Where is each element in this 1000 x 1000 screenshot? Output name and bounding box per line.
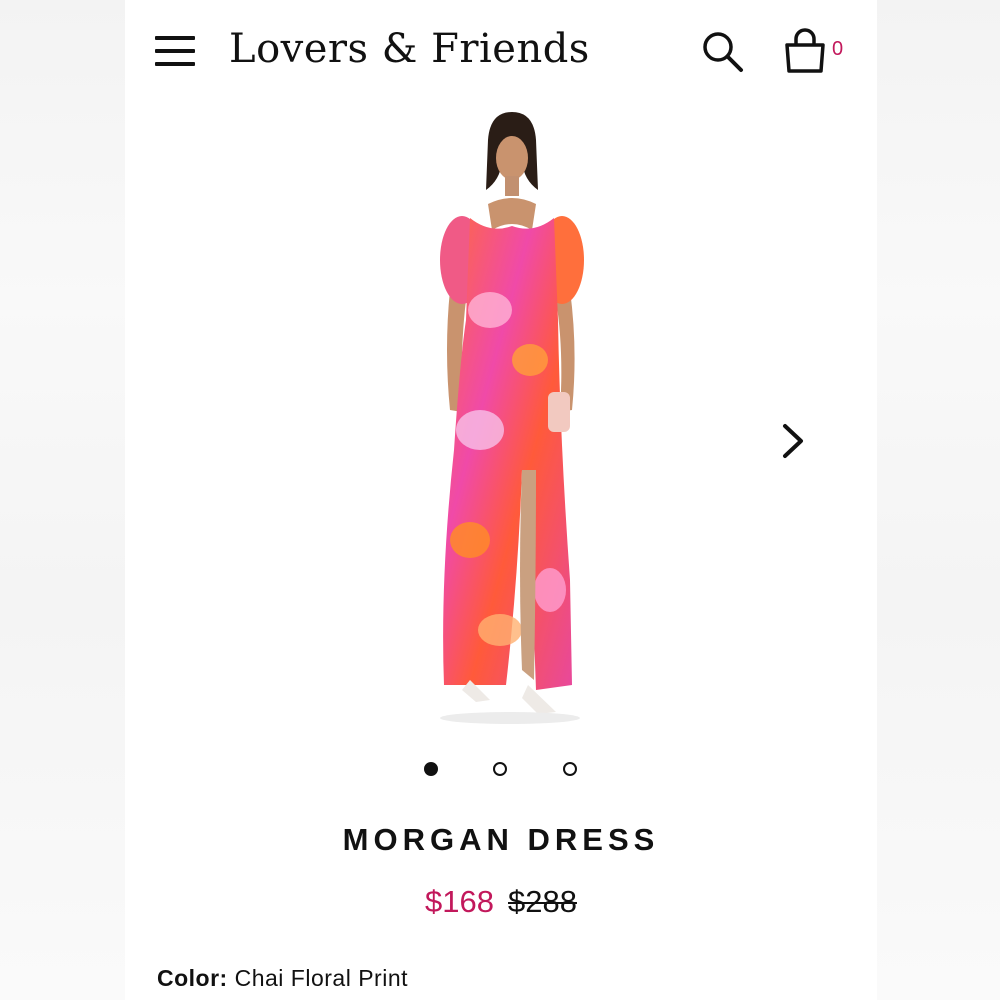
color-label: Color: <box>157 965 228 991</box>
mobile-page: Lovers & Friends 0 MORGAN DRESS $168 $28… <box>125 0 877 1000</box>
pagination-dot-2[interactable] <box>493 762 507 776</box>
menu-button[interactable] <box>155 36 197 70</box>
price-row: $168 $288 <box>125 884 877 920</box>
background-blur-left <box>0 0 125 1000</box>
original-price: $288 <box>508 884 577 919</box>
hamburger-menu-icon <box>155 36 195 40</box>
pagination-dot-1[interactable] <box>424 762 438 776</box>
pagination-dot-3[interactable] <box>563 762 577 776</box>
sale-price: $168 <box>425 884 494 919</box>
color-selection: Color: Chai Floral Print <box>157 965 408 992</box>
search-icon <box>703 32 743 72</box>
site-header: Lovers & Friends 0 <box>125 0 877 100</box>
product-title: MORGAN DRESS <box>342 822 660 857</box>
cart-count-badge: 0 <box>832 38 844 60</box>
cart-button[interactable] <box>781 28 829 74</box>
shopping-bag-icon <box>785 28 825 73</box>
background-blur-right <box>875 0 1000 1000</box>
color-value: Chai Floral Print <box>234 965 408 991</box>
next-image-button[interactable] <box>775 420 811 462</box>
product-image[interactable] <box>410 110 610 730</box>
brand-logo[interactable]: Lovers & Friends <box>229 26 590 72</box>
search-button[interactable] <box>701 30 745 74</box>
gallery-pagination <box>125 760 877 780</box>
chevron-right-icon <box>783 424 803 458</box>
